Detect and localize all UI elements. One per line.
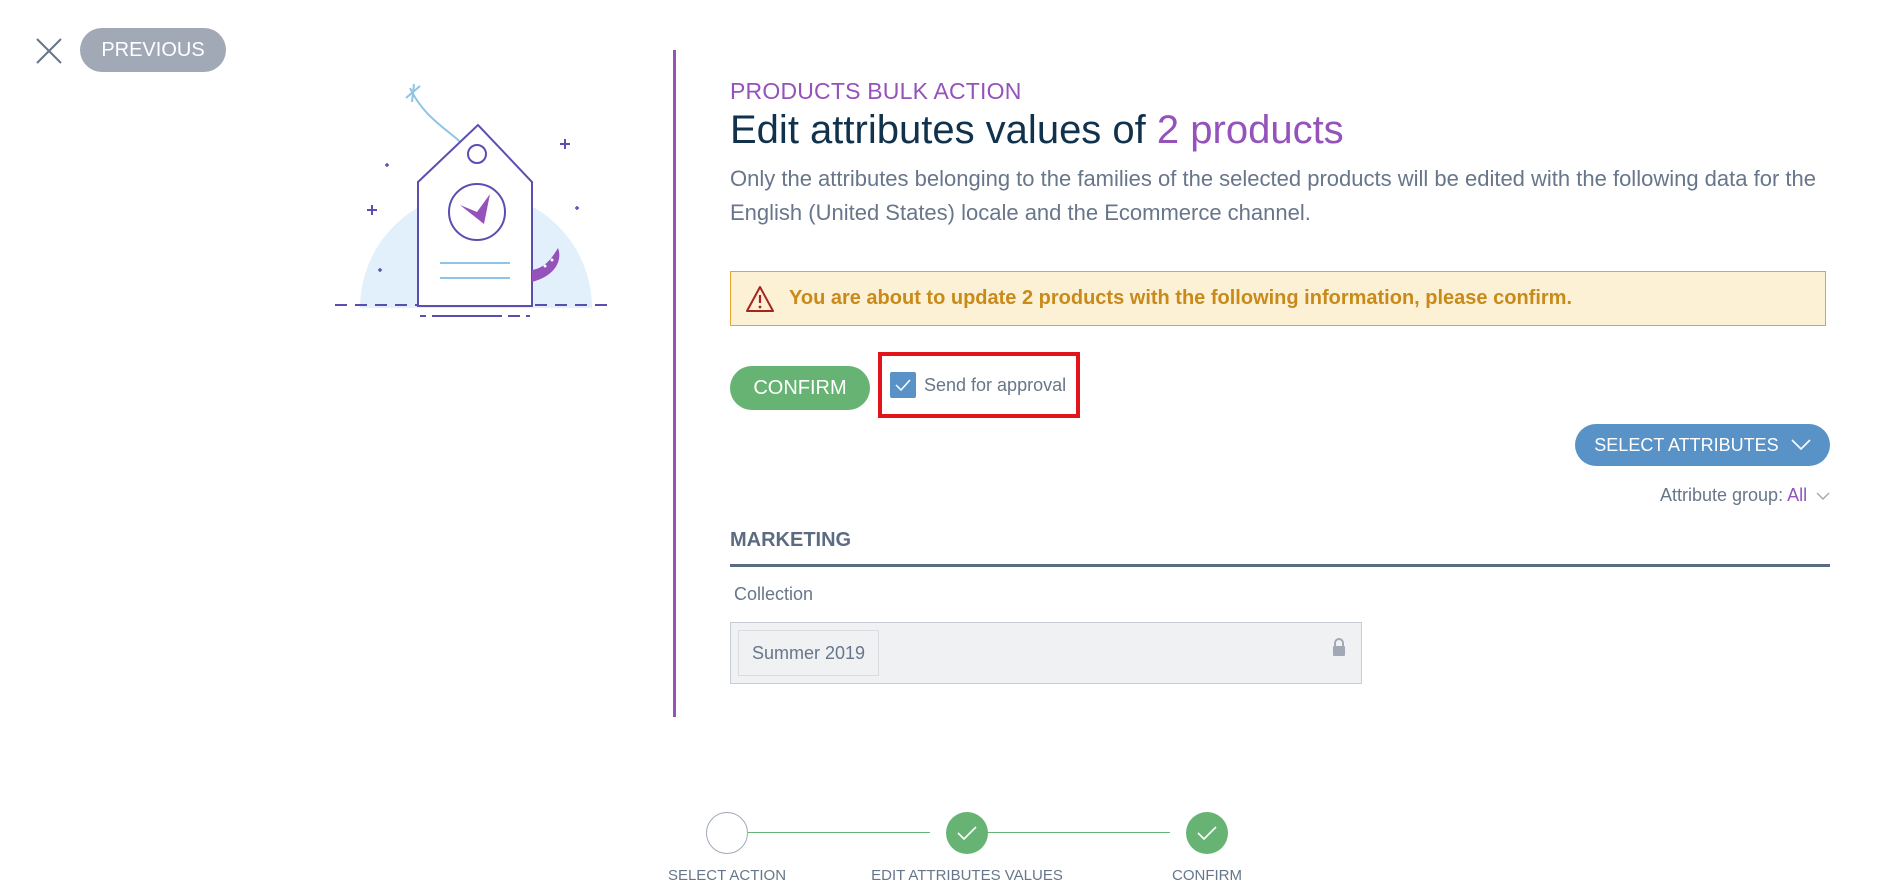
- send-for-approval-highlight: Send for approval: [878, 352, 1080, 418]
- step-edit-attributes-label: EDIT ATTRIBUTES VALUES: [871, 867, 1063, 884]
- select-attributes-label: SELECT ATTRIBUTES: [1594, 435, 1779, 455]
- page-title: Edit attributes values of 2 products: [730, 108, 1344, 153]
- step-select-action-label: SELECT ACTION: [667, 867, 787, 884]
- group-divider: [730, 564, 1830, 567]
- product-tag-illustration: [330, 80, 620, 330]
- confirm-button[interactable]: CONFIRM: [730, 366, 870, 410]
- step-connector: [970, 832, 1170, 833]
- progress-stepper: SELECT ACTION EDIT ATTRIBUTES VALUES CON…: [600, 805, 1260, 890]
- close-button[interactable]: [34, 36, 64, 66]
- collection-field-label: Collection: [734, 584, 814, 604]
- collection-value-chip: Summer 2019: [738, 630, 880, 676]
- attribute-group-value: All: [1787, 485, 1808, 505]
- previous-button[interactable]: PREVIOUS: [80, 28, 226, 72]
- main-content: PRODUCTS BULK ACTION Edit attributes val…: [730, 0, 1830, 892]
- checkmark-icon: [1197, 826, 1217, 841]
- send-for-approval-checkbox[interactable]: [890, 372, 916, 398]
- page-description: Only the attributes belonging to the fam…: [730, 166, 1816, 225]
- select-attributes-button[interactable]: SELECT ATTRIBUTES: [1575, 424, 1830, 466]
- chevron-down-icon: [1791, 439, 1811, 451]
- warning-text: You are about to update 2 products with …: [789, 287, 1572, 309]
- vertical-divider: [673, 50, 676, 717]
- step-connector: [730, 832, 930, 833]
- page-title-count: 2 products: [1156, 108, 1344, 152]
- step-confirm-label: CONFIRM: [1172, 867, 1242, 884]
- warning-icon: [746, 285, 774, 312]
- lock-icon: [1333, 638, 1345, 656]
- collection-field: Summer 2019: [730, 622, 1362, 684]
- warning-banner: You are about to update 2 products with …: [730, 271, 1826, 326]
- send-for-approval-label[interactable]: Send for approval: [924, 375, 1066, 396]
- checkmark-icon: [957, 826, 977, 841]
- close-icon: [36, 38, 62, 64]
- step-edit-attributes-circle: [946, 812, 988, 854]
- attribute-group-label: Attribute group:: [1660, 485, 1784, 505]
- chevron-down-icon: [1816, 492, 1830, 500]
- attribute-group-selector[interactable]: Attribute group: All: [1660, 485, 1830, 506]
- checkmark-icon: [895, 379, 911, 391]
- step-select-action-circle: [706, 812, 748, 854]
- page-title-text: Edit attributes values of: [730, 108, 1157, 152]
- step-confirm-circle: [1186, 812, 1228, 854]
- section-label: PRODUCTS BULK ACTION: [730, 78, 1022, 104]
- attribute-group-title: MARKETING: [730, 529, 852, 551]
